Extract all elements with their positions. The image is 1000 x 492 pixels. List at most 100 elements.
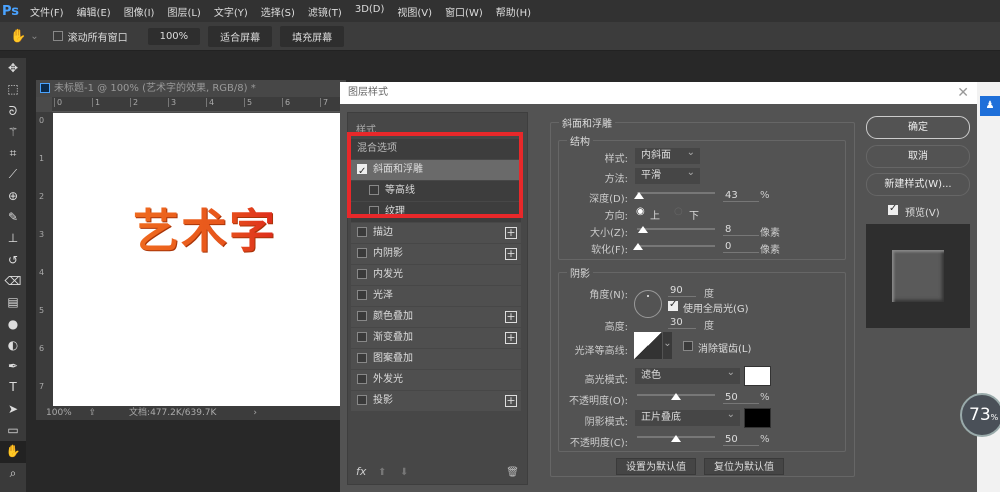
preview-checkbox[interactable] [888,203,898,215]
menu-item[interactable]: 图层(L) [167,4,200,19]
style-checkbox[interactable] [357,311,367,321]
scroll-all-checkbox[interactable] [52,31,63,41]
menu-item[interactable]: 滤镜(T) [308,4,342,19]
shadow-opacity-input[interactable]: 50 [723,434,759,446]
brush-icon[interactable]: ✎ [0,207,26,228]
menu-item[interactable]: 视图(V) [397,4,432,19]
add-icon[interactable]: + [505,395,517,407]
angle-dial[interactable] [634,290,662,318]
style-item[interactable]: 图案叠加 [351,349,521,369]
antialias-checkbox[interactable] [683,341,693,351]
menu-item[interactable]: 文件(F) [30,4,64,19]
style-checkbox[interactable] [357,332,367,342]
technique-select[interactable]: 平滑 [635,165,700,184]
menu-item[interactable]: 选择(S) [261,4,295,19]
shadow-color-swatch[interactable] [744,408,771,428]
direction-down-radio[interactable]: ○ [674,206,683,217]
share-icon[interactable]: ⇪ [89,408,97,418]
make-default-button[interactable]: 设置为默认值 [616,458,696,475]
performance-meter[interactable]: 73% [960,393,1000,437]
document-tab[interactable]: 未标题-1 @ 100% (艺术字的效果, RGB/8) * [36,80,346,97]
style-item[interactable]: 外发光 [351,370,521,390]
status-menu-arrow[interactable]: › [253,408,257,418]
qq-icon[interactable]: ♟ [980,96,1000,116]
shadow-opacity-thumb[interactable] [671,435,681,442]
tool-preset-dropdown[interactable]: ⌄ [30,31,38,42]
fill-screen-button[interactable]: 填充屏幕 [280,25,345,47]
ok-button[interactable]: 确定 [866,116,970,139]
cancel-button[interactable]: 取消 [866,145,970,168]
style-checkbox[interactable] [357,227,367,237]
soften-slider-thumb[interactable] [633,243,643,250]
style-item[interactable]: 颜色叠加 + [351,307,521,327]
depth-input[interactable]: 43 [723,190,759,202]
size-input[interactable]: 8 [723,224,759,236]
highlight-opacity-input[interactable]: 50 [723,392,759,404]
bevel-style-select[interactable]: 内斜面 [635,145,700,164]
size-slider-thumb[interactable] [637,226,648,233]
gloss-contour-preview[interactable] [634,332,662,359]
eyedropper-icon[interactable]: ⟋ [0,164,26,185]
style-item[interactable]: 描边 + [351,223,521,243]
zoom-100-button[interactable]: 100% [147,27,201,45]
zoom-icon[interactable]: ⌕ [0,463,26,484]
style-item[interactable]: 内发光 [351,265,521,285]
fit-screen-button[interactable]: 适合屏幕 [208,25,273,47]
add-icon[interactable]: + [505,227,517,239]
add-icon[interactable]: + [505,311,517,323]
trash-icon[interactable]: 🗑 [506,467,519,478]
move-down-icon[interactable]: ⬇ [400,467,408,478]
menu-item[interactable]: 3D(D) [355,4,385,19]
style-checkbox[interactable] [357,248,367,258]
dodge-icon[interactable]: ◐ [0,335,26,356]
direction-up-radio[interactable]: ◉ [636,206,645,217]
highlight-color-swatch[interactable] [744,366,771,386]
move-icon[interactable]: ✥ [0,58,26,79]
menu-item[interactable]: 窗口(W) [445,4,483,19]
angle-input[interactable]: 90 [668,285,696,297]
history-brush-icon[interactable]: ↺ [0,250,26,271]
lasso-icon[interactable]: ᘐ [0,101,26,122]
rectangle-icon[interactable]: ▭ [0,420,26,441]
global-light-checkbox[interactable] [668,299,678,311]
depth-slider[interactable] [637,192,715,194]
hand-tool-icon[interactable]: ✋ [10,29,26,44]
style-item[interactable]: 光泽 [351,286,521,306]
add-icon[interactable]: + [505,248,517,260]
canvas[interactable]: 艺术字 [53,113,346,406]
soften-input[interactable]: 0 [723,241,759,253]
hand-icon[interactable]: ✋ [0,441,26,463]
eraser-icon[interactable]: ⌫ [0,271,26,292]
menu-item[interactable]: 帮助(H) [496,4,531,19]
depth-slider-thumb[interactable] [633,192,644,199]
style-item[interactable]: 内阴影 + [351,244,521,264]
gloss-contour-dropdown[interactable]: ⌄ [663,332,672,359]
crop-icon[interactable]: ⌗ [0,143,26,164]
type-icon[interactable]: T [0,377,26,398]
gradient-icon[interactable]: ▤ [0,292,26,313]
style-item[interactable]: 投影 + [351,391,521,411]
new-style-button[interactable]: 新建样式(W)... [866,173,970,196]
style-item[interactable]: 渐变叠加 + [351,328,521,348]
size-slider[interactable] [637,228,715,230]
menu-item[interactable]: 文字(Y) [214,4,248,19]
add-icon[interactable]: + [505,332,517,344]
shadow-mode-select[interactable]: 正片叠底 [635,407,740,426]
style-checkbox[interactable] [357,353,367,363]
highlight-opacity-thumb[interactable] [671,393,681,400]
style-checkbox[interactable] [357,374,367,384]
blur-icon[interactable]: ● [0,314,26,335]
altitude-input[interactable]: 30 [668,317,696,329]
style-checkbox[interactable] [357,395,367,405]
soften-slider[interactable] [637,245,715,247]
pen-icon[interactable]: ✒ [0,356,26,377]
style-checkbox[interactable] [357,269,367,279]
stamp-icon[interactable]: ⊥ [0,228,26,249]
menu-item[interactable]: 图像(I) [124,4,155,19]
fx-button[interactable]: fx [356,465,366,478]
path-select-icon[interactable]: ➤ [0,399,26,420]
marquee-icon[interactable]: ⬚ [0,79,26,100]
menu-item[interactable]: 编辑(E) [77,4,111,19]
healing-icon[interactable]: ⊕ [0,186,26,207]
zoom-level[interactable]: 100% [46,408,72,418]
